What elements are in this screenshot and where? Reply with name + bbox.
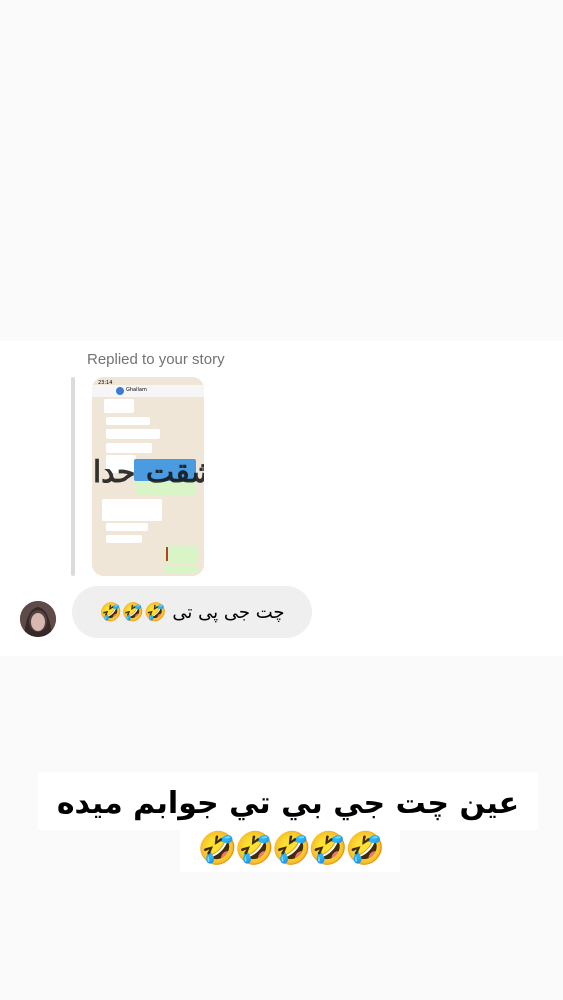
caption-emoji-line: 🤣🤣🤣🤣🤣 xyxy=(197,829,385,867)
thumb-contact-name: Ghallam xyxy=(126,387,147,393)
caption-line-1: عین چت جي بي تي جوابم میده xyxy=(56,785,520,821)
message-bubble[interactable]: چت جی پی تی 🤣🤣🤣 xyxy=(72,586,312,638)
sender-avatar[interactable] xyxy=(20,601,56,637)
replied-to-story-label: Replied to your story xyxy=(87,351,225,368)
message-text: چت جی پی تی 🤣🤣🤣 xyxy=(99,601,285,623)
reply-quote-bar xyxy=(71,377,75,576)
story-thumbnail[interactable]: 23:14 Ghallam عشقت حدا xyxy=(92,377,204,576)
thumb-overlay-text: عشقت حدا xyxy=(93,455,204,490)
